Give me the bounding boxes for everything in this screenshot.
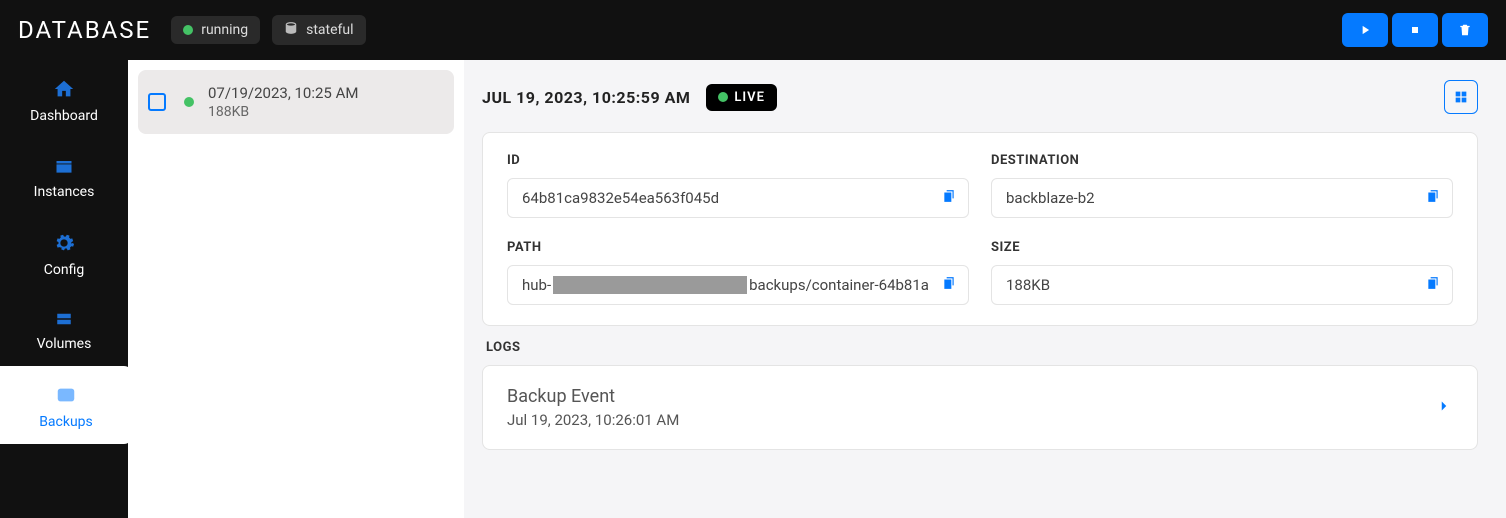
sidebar-item-label: Volumes <box>37 336 92 352</box>
play-button[interactable] <box>1342 13 1388 47</box>
details-card: ID 64b81ca9832e54ea563f045d DESTINATION … <box>482 132 1478 326</box>
sidebar-item-instances[interactable]: Instances <box>0 138 128 214</box>
sidebar-item-volumes[interactable]: Volumes <box>0 292 128 366</box>
live-badge: LIVE <box>706 84 777 111</box>
copy-id-button[interactable] <box>942 189 956 207</box>
copy-icon <box>1426 189 1440 203</box>
sidebar-item-config[interactable]: Config <box>0 214 128 292</box>
home-icon <box>51 78 77 100</box>
status-label: running <box>201 22 248 38</box>
chevron-right-icon <box>1435 397 1453 419</box>
page-title: DATABASE <box>18 16 151 44</box>
copy-icon <box>1426 276 1440 290</box>
stop-button[interactable] <box>1392 13 1438 47</box>
backup-date: 07/19/2023, 10:25 AM <box>208 84 358 102</box>
copy-path-button[interactable] <box>942 276 956 294</box>
trash-icon <box>1458 23 1472 37</box>
log-entry[interactable]: Backup Event Jul 19, 2023, 10:26:01 AM <box>482 365 1478 450</box>
path-value: hub-backups/container-64b81a <box>507 265 969 305</box>
size-value: 188KB <box>991 265 1453 305</box>
destination-value: backblaze-b2 <box>991 178 1453 218</box>
status-dot-icon <box>183 25 193 35</box>
detail-panel: JUL 19, 2023, 10:25:59 AM LIVE ID 64b81c… <box>464 60 1506 518</box>
backup-size: 188KB <box>208 104 358 120</box>
backup-list: 07/19/2023, 10:25 AM 188KB <box>128 60 464 518</box>
size-label: SIZE <box>991 240 1453 255</box>
play-icon <box>1358 23 1372 37</box>
drive-icon <box>52 310 76 328</box>
checkbox[interactable] <box>148 93 166 111</box>
database-icon <box>284 21 298 39</box>
sidebar-item-dashboard[interactable]: Dashboard <box>0 60 128 138</box>
restore-button[interactable] <box>1444 80 1478 114</box>
gear-icon <box>53 232 75 254</box>
status-chip: running <box>171 16 260 44</box>
copy-destination-button[interactable] <box>1426 189 1440 207</box>
redacted-segment <box>553 276 747 294</box>
sidebar: Dashboard Instances Config Volumes Backu… <box>0 60 128 518</box>
sidebar-item-backups[interactable]: Backups <box>0 366 132 444</box>
path-label: PATH <box>507 240 969 255</box>
action-buttons <box>1342 13 1488 47</box>
live-label: LIVE <box>734 90 765 105</box>
detail-timestamp: JUL 19, 2023, 10:25:59 AM <box>482 88 690 107</box>
status-dot-icon <box>184 97 194 107</box>
mode-label: stateful <box>306 22 353 38</box>
delete-button[interactable] <box>1442 13 1488 47</box>
live-dot-icon <box>718 92 728 102</box>
destination-label: DESTINATION <box>991 153 1453 168</box>
stop-icon <box>1409 24 1421 36</box>
sidebar-item-label: Dashboard <box>30 108 98 124</box>
restore-icon <box>1453 89 1469 105</box>
backup-list-item[interactable]: 07/19/2023, 10:25 AM 188KB <box>138 70 454 134</box>
copy-size-button[interactable] <box>1426 276 1440 294</box>
sidebar-item-label: Backups <box>39 414 93 430</box>
id-label: ID <box>507 153 969 168</box>
backup-icon <box>53 384 79 406</box>
box-icon <box>52 156 76 176</box>
log-time: Jul 19, 2023, 10:26:01 AM <box>507 411 679 429</box>
mode-chip: stateful <box>272 15 365 45</box>
sidebar-item-label: Instances <box>34 184 95 200</box>
sidebar-item-label: Config <box>44 262 84 278</box>
id-value: 64b81ca9832e54ea563f045d <box>507 178 969 218</box>
copy-icon <box>942 189 956 203</box>
header: DATABASE running stateful <box>0 0 1506 60</box>
log-title: Backup Event <box>507 386 679 407</box>
copy-icon <box>942 276 956 290</box>
logs-heading: LOGS <box>486 340 1478 355</box>
